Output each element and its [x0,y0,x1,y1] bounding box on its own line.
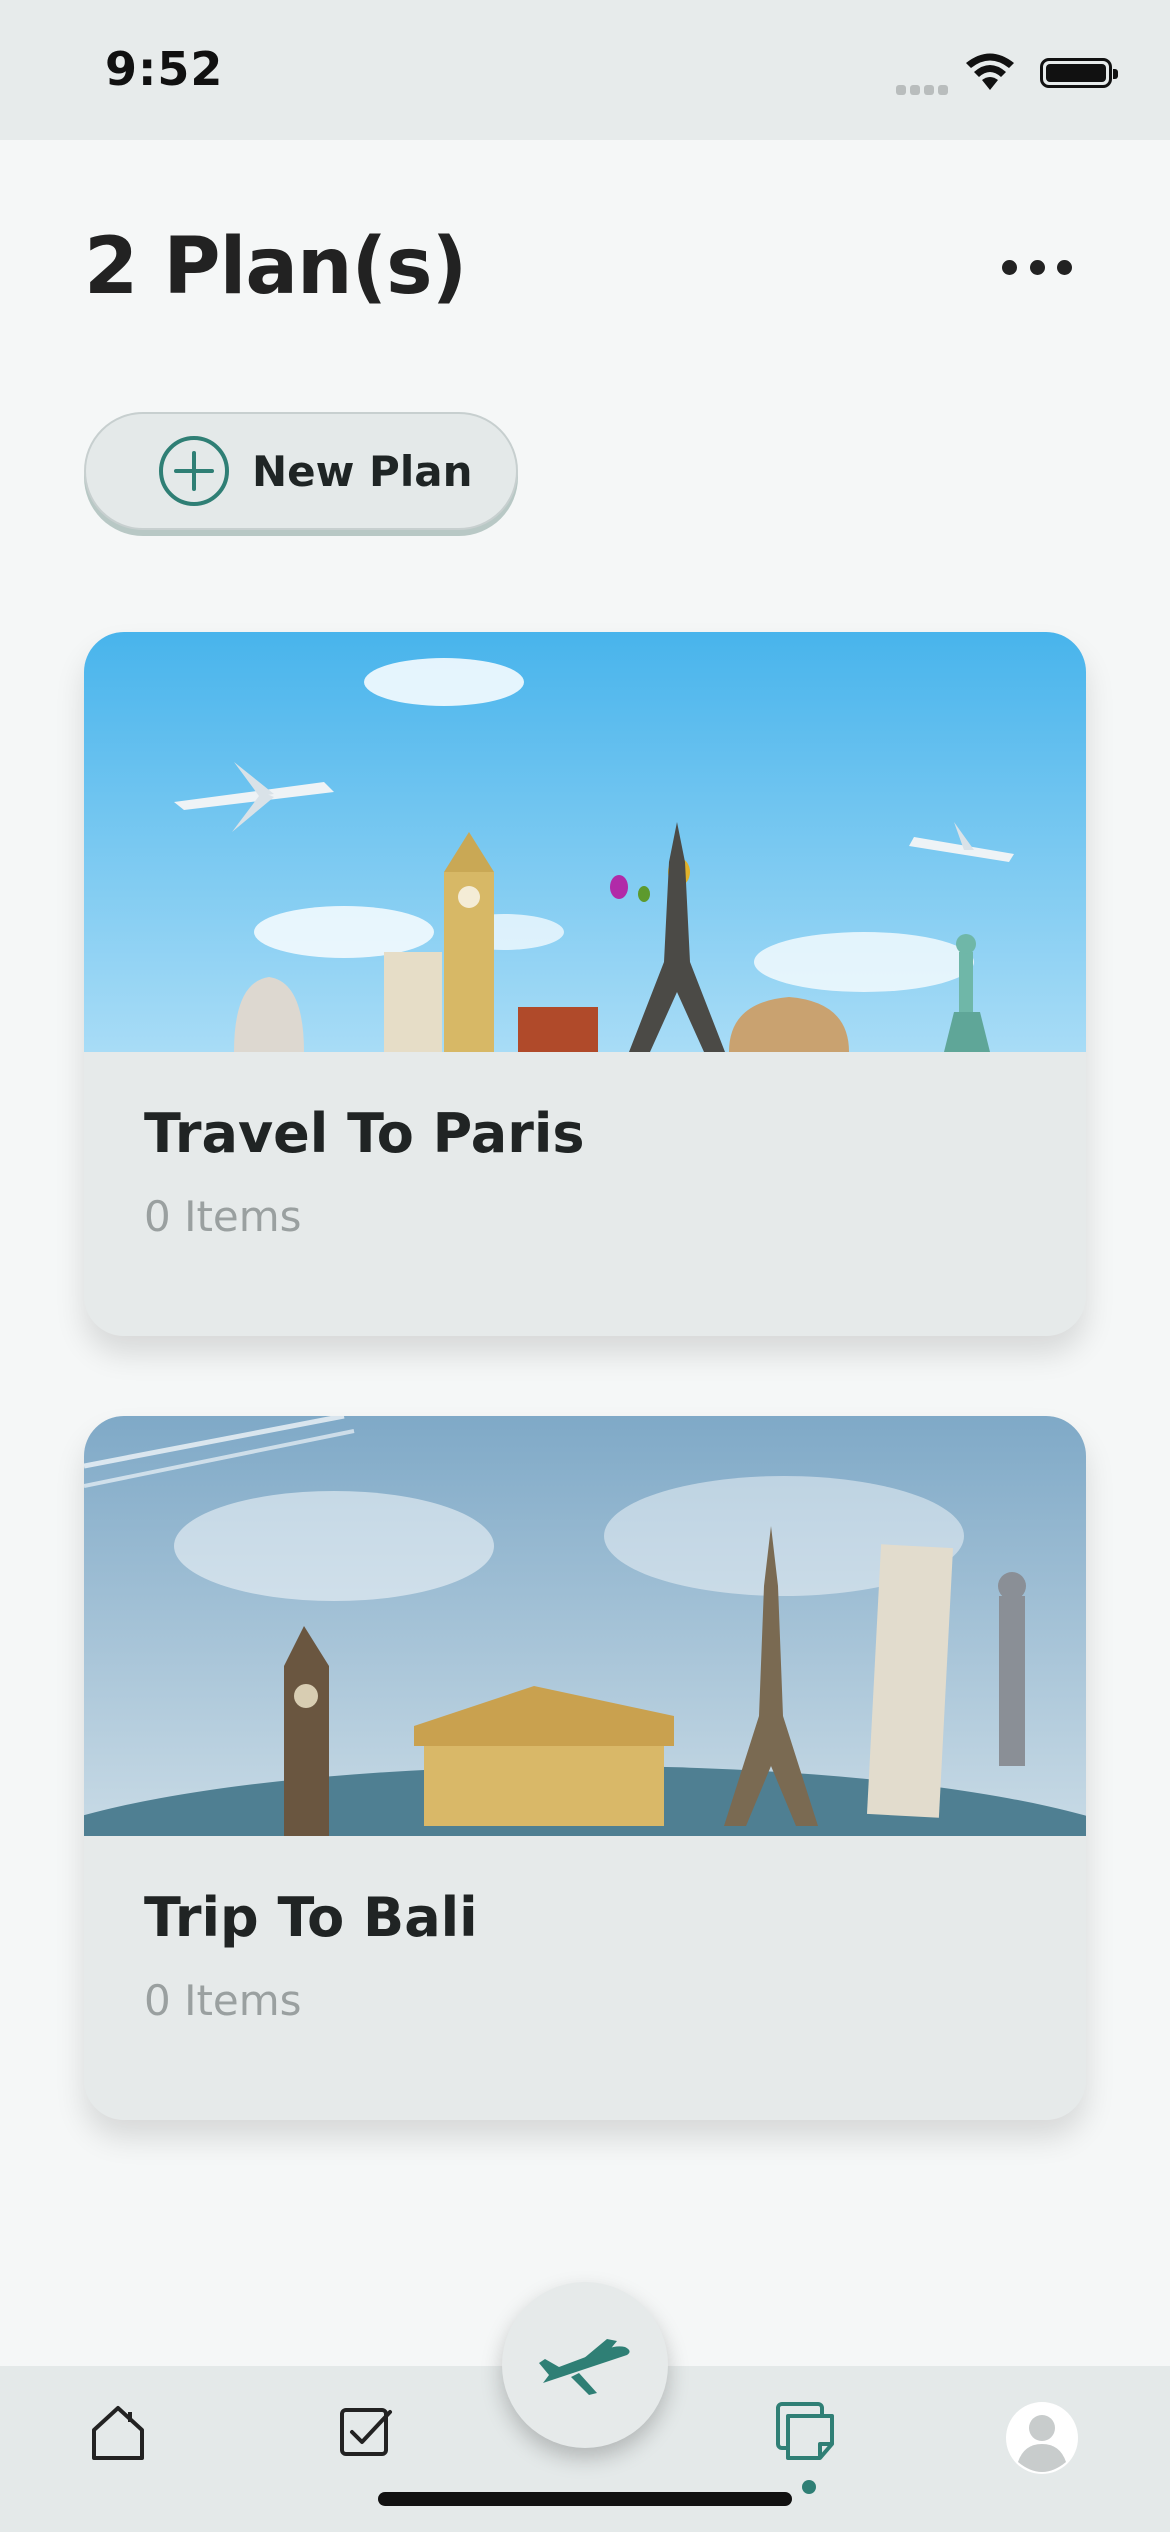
plan-item-count: 0 Items [144,1192,302,1241]
cellular-signal-icon [896,80,952,95]
plan-cover-image [84,632,1086,1052]
page-title: 2 Plan(s) [84,222,467,312]
status-time: 9:52 [105,42,224,96]
plans-icon[interactable] [774,2400,838,2464]
ellipsis-icon[interactable] [1002,252,1072,282]
profile-icon[interactable] [1004,2400,1080,2476]
airplane-icon [539,2339,630,2395]
plan-title: Travel To Paris [144,1102,585,1165]
status-bar: 9:52 [0,0,1170,140]
home-icon[interactable] [86,2400,150,2464]
new-trip-fab[interactable] [502,2282,668,2448]
home-indicator [378,2492,792,2506]
active-tab-indicator [802,2480,816,2494]
wifi-icon [966,53,1014,90]
plan-card-trip-to-bali[interactable]: Trip To Bali 0 Items [84,1416,1086,2120]
new-plan-button[interactable]: New Plan [84,412,518,530]
status-icons [872,52,1118,95]
battery-icon [1040,58,1118,88]
checklist-icon[interactable] [334,2400,398,2464]
plan-cover-image [84,1416,1086,1836]
new-plan-label: New Plan [252,446,473,496]
plan-item-count: 0 Items [144,1976,302,2025]
plus-circle-icon [159,436,229,506]
plan-card-travel-to-paris[interactable]: Travel To Paris 0 Items [84,632,1086,1336]
plan-title: Trip To Bali [144,1886,478,1949]
